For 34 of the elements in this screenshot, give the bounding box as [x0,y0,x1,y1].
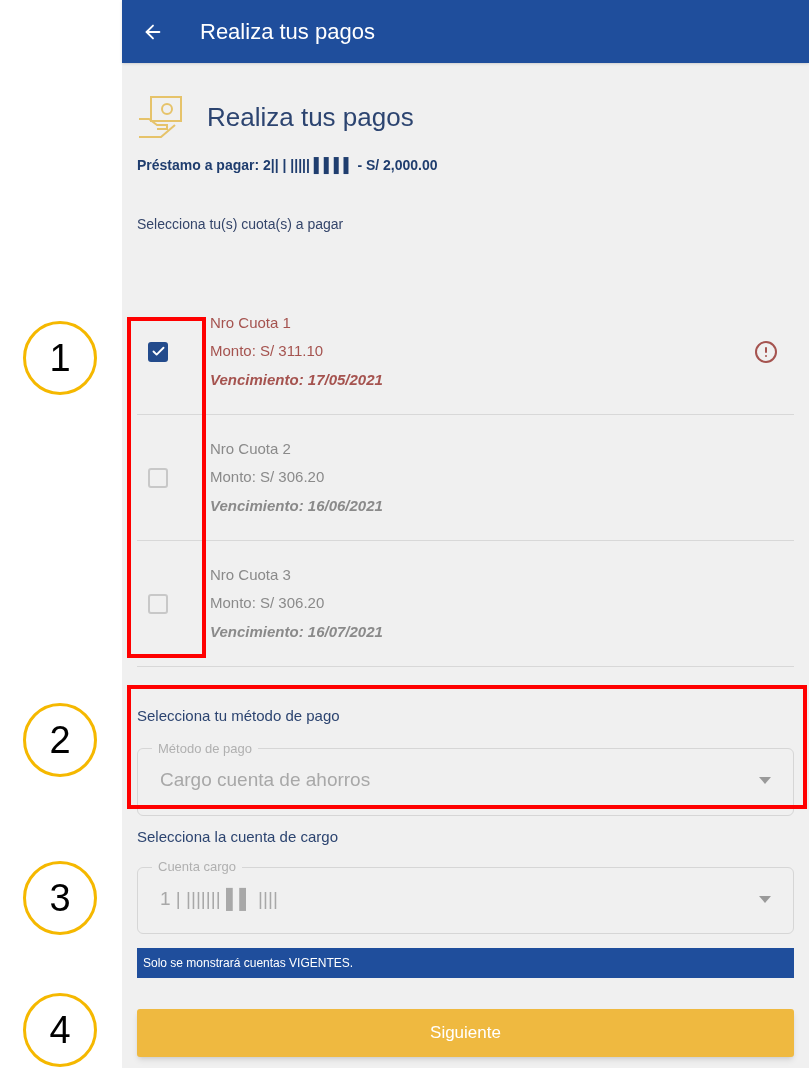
method-prompt: Selecciona tu método de pago [137,706,341,726]
hand-money-icon [137,95,185,139]
installment-checkbox[interactable] [148,593,168,614]
installment-number: Nro Cuota 3 [210,564,292,585]
field-value: 1 | ||||||| ▌▌ |||| [160,886,278,913]
dropdown-caret-icon [759,895,771,903]
app-bar-title: Realiza tus pagos [200,18,375,46]
installment-number: Nro Cuota 2 [210,438,292,459]
installment-due-date: Vencimiento: 16/06/2021 [210,495,383,516]
annotation-number: 3 [23,861,97,935]
account-prompt: Selecciona la cuenta de cargo [137,826,339,847]
installment-checkbox[interactable] [148,467,168,488]
installment-number: Nro Cuota 1 [210,312,292,333]
page-title: Realiza tus pagos [207,100,414,134]
field-label: Método de pago [157,740,253,757]
warning-icon[interactable] [754,339,778,364]
installment-amount: Monto: S/ 306.20 [210,467,326,488]
next-button[interactable]: Siguiente [137,1009,794,1057]
installment-checkbox[interactable] [148,341,168,362]
installment-amount: Monto: S/ 311.10 [210,341,325,362]
dropdown-caret-icon [759,777,771,784]
annotation-number: 4 [23,993,97,1067]
installment-amount: Monto: S/ 306.20 [210,593,326,614]
installment-due-date: Vencimiento: 17/05/2021 [210,369,383,390]
field-value: Cargo cuenta de ahorros [160,768,371,793]
installments-prompt: Selecciona tu(s) cuota(s) a pagar [137,215,345,234]
annotation-number: 1 [23,321,97,395]
account-dropdown[interactable]: Cuenta cargo 1 | ||||||| ▌▌ |||| [137,859,794,934]
loan-summary: Préstamo a pagar: 2|| | ||||| ▌▌▌▌ - S/ 2,000.00 [137,156,439,176]
annotation-number: 2 [23,703,97,777]
field-label: Cuenta cargo [157,859,238,875]
check-icon [150,344,166,359]
installment-due-date: Vencimiento: 16/07/2021 [210,621,383,642]
notice-banner: Solo se monstrará cuentas VIGENTES. [137,948,794,978]
